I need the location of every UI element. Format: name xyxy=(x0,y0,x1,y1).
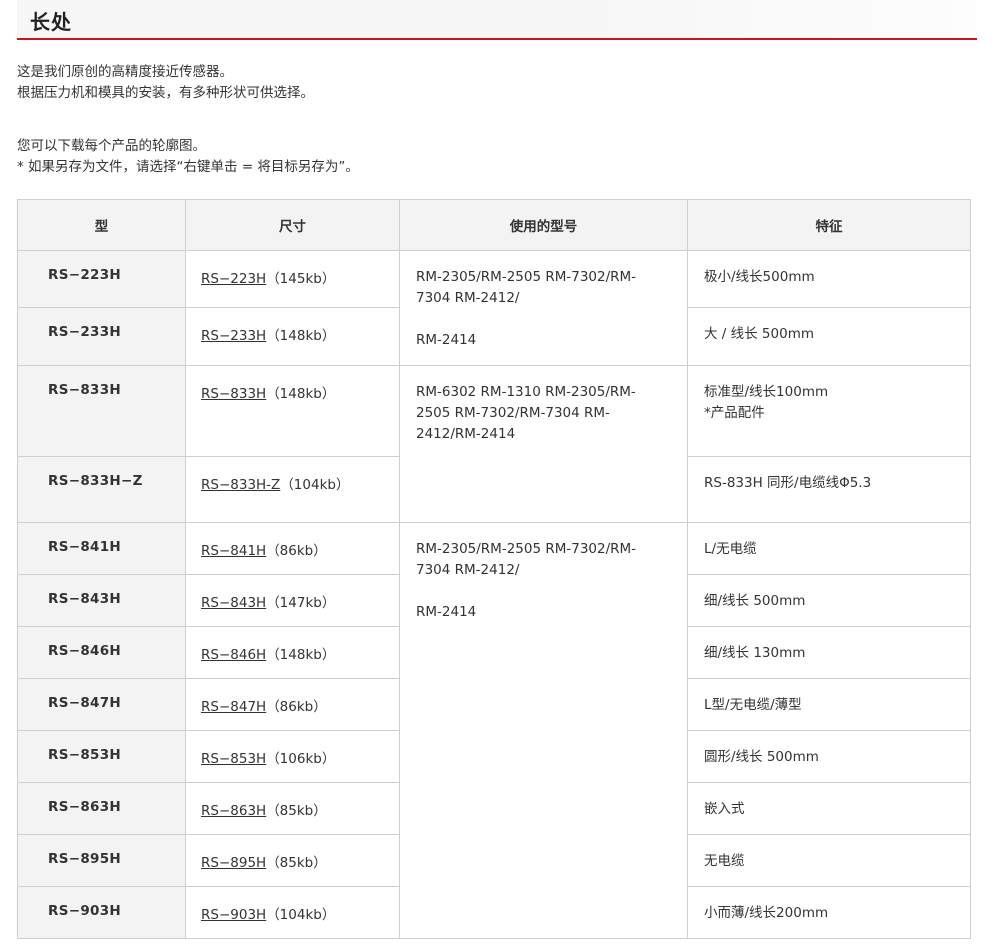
used-model-line: RM-2414 xyxy=(416,604,477,620)
size-cell: RS−233H（148kb） xyxy=(185,307,400,366)
used-model-cell: RM-2305/RM-2505 RM-7302/RM- 7304 RM-2412… xyxy=(399,250,688,366)
used-model-line: RM-2414 xyxy=(416,332,477,348)
feature-cell: 圆形/线长 500mm xyxy=(687,730,971,783)
size-cell: RS−853H（106kb） xyxy=(185,730,400,783)
used-model-line: RM-2305/RM-2505 RM-7302/RM- xyxy=(416,541,637,557)
intro-line: 您可以下载每个产品的轮廓图。 xyxy=(17,138,206,154)
feature-note: *产品配件 xyxy=(704,405,765,421)
file-size: （104kb） xyxy=(266,907,336,923)
col-header-used-model: 使用的型号 xyxy=(399,199,688,251)
model-cell: RS−903H xyxy=(17,886,186,939)
file-size: （85kb） xyxy=(266,855,327,871)
used-model-line: RM-2305/RM-2505 RM-7302/RM- xyxy=(416,269,637,285)
used-model-line: 2505 RM-7302/RM-7304 RM- xyxy=(416,405,610,421)
drawing-download-link[interactable]: RS−853H xyxy=(201,751,266,767)
drawing-download-link[interactable]: RS−895H xyxy=(201,855,266,871)
drawing-download-link[interactable]: RS−223H xyxy=(201,271,266,287)
file-size: （106kb） xyxy=(266,751,336,767)
size-cell: RS−843H（147kb） xyxy=(185,574,400,627)
file-size: （148kb） xyxy=(266,386,336,402)
drawing-download-link[interactable]: RS−846H xyxy=(201,647,266,663)
size-cell: RS−895H（85kb） xyxy=(185,834,400,887)
used-model-line: 2412/RM-2414 xyxy=(416,426,516,442)
file-size: （86kb） xyxy=(266,543,327,559)
model-cell: RS−843H xyxy=(17,574,186,627)
model-cell: RS−223H xyxy=(17,250,186,308)
feature-cell: 极小/线长500mm xyxy=(687,250,971,308)
drawing-download-link[interactable]: RS−233H xyxy=(201,328,266,344)
intro-line: * 如果另存为文件，请选择“右键单击 = 将目标另存为”。 xyxy=(17,159,359,175)
feature-cell: L/无电缆 xyxy=(687,522,971,575)
drawing-download-link[interactable]: RS−843H xyxy=(201,595,266,611)
drawing-download-link[interactable]: RS−833H-Z xyxy=(201,477,280,493)
model-cell: RS−833H−Z xyxy=(17,456,186,523)
page-title: 长处 xyxy=(30,10,72,34)
size-cell: RS−847H（86kb） xyxy=(185,678,400,731)
model-cell: RS−847H xyxy=(17,678,186,731)
intro-line: 这是我们原创的高精度接近传感器。 xyxy=(17,64,233,80)
file-size: （104kb） xyxy=(280,477,350,493)
file-size: （148kb） xyxy=(266,328,336,344)
model-cell: RS−841H xyxy=(17,522,186,575)
size-cell: RS−903H（104kb） xyxy=(185,886,400,939)
used-model-line: 7304 RM-2412/ xyxy=(416,562,520,578)
feature-cell: RS-833H 同形/电缆线Φ5.3 xyxy=(687,456,971,523)
col-header-feature: 特征 xyxy=(687,199,971,251)
feature-cell: 无电缆 xyxy=(687,834,971,887)
feature-cell: 小而薄/线长200mm xyxy=(687,886,971,939)
table-row: RS−223H RS−223H（145kb） RM-2305/RM-2505 R… xyxy=(17,250,971,366)
table-row: RS−841H RS−841H（86kb） RM-2305/RM-2505 RM… xyxy=(17,522,971,939)
feature-line: 标准型/线长100mm xyxy=(704,384,829,400)
table-header-row: 型 尺寸 使用的型号 特征 xyxy=(17,199,971,251)
model-cell: RS−846H xyxy=(17,626,186,679)
drawing-download-link[interactable]: RS−847H xyxy=(201,699,266,715)
size-cell: RS−846H（148kb） xyxy=(185,626,400,679)
used-model-cell: RM-6302 RM-1310 RM-2305/RM- 2505 RM-7302… xyxy=(399,365,688,523)
file-size: （145kb） xyxy=(266,271,336,287)
size-cell: RS−223H（145kb） xyxy=(185,250,400,308)
col-header-size: 尺寸 xyxy=(185,199,400,251)
feature-cell: 标准型/线长100mm *产品配件 xyxy=(687,365,971,457)
feature-cell: 细/线长 130mm xyxy=(687,626,971,679)
feature-cell: 细/线长 500mm xyxy=(687,574,971,627)
intro-text: 这是我们原创的高精度接近传感器。 根据压力机和模具的安装，有多种形状可供选择。 … xyxy=(17,62,977,178)
used-model-line: RM-6302 RM-1310 RM-2305/RM- xyxy=(416,384,636,400)
file-size: （148kb） xyxy=(266,647,336,663)
model-cell: RS−853H xyxy=(17,730,186,783)
used-model-line: 7304 RM-2412/ xyxy=(416,290,520,306)
feature-cell: 嵌入式 xyxy=(687,782,971,835)
section-title-bar: 长处 xyxy=(17,0,977,40)
size-cell: RS−863H（85kb） xyxy=(185,782,400,835)
size-cell: RS−841H（86kb） xyxy=(185,522,400,575)
file-size: （86kb） xyxy=(266,699,327,715)
feature-cell: 大 / 线长 500mm xyxy=(687,307,971,366)
drawing-download-link[interactable]: RS−833H xyxy=(201,386,266,402)
used-model-cell: RM-2305/RM-2505 RM-7302/RM- 7304 RM-2412… xyxy=(399,522,688,939)
table-row: RS−833H RS−833H（148kb） RM-6302 RM-1310 R… xyxy=(17,365,971,523)
drawing-download-link[interactable]: RS−841H xyxy=(201,543,266,559)
file-size: （85kb） xyxy=(266,803,327,819)
file-size: （147kb） xyxy=(266,595,336,611)
intro-line: 根据压力机和模具的安装，有多种形状可供选择。 xyxy=(17,85,314,101)
size-cell: RS−833H（148kb） xyxy=(185,365,400,457)
model-cell: RS−863H xyxy=(17,782,186,835)
model-cell: RS−895H xyxy=(17,834,186,887)
model-cell: RS−233H xyxy=(17,307,186,366)
feature-cell: L型/无电缆/薄型 xyxy=(687,678,971,731)
col-header-model: 型 xyxy=(17,199,186,251)
drawing-download-link[interactable]: RS−863H xyxy=(201,803,266,819)
model-cell: RS−833H xyxy=(17,365,186,457)
product-table: 型 尺寸 使用的型号 特征 RS−223H RS−223H（145kb） RM-… xyxy=(17,199,971,939)
drawing-download-link[interactable]: RS−903H xyxy=(201,907,266,923)
size-cell: RS−833H-Z（104kb） xyxy=(185,456,400,523)
